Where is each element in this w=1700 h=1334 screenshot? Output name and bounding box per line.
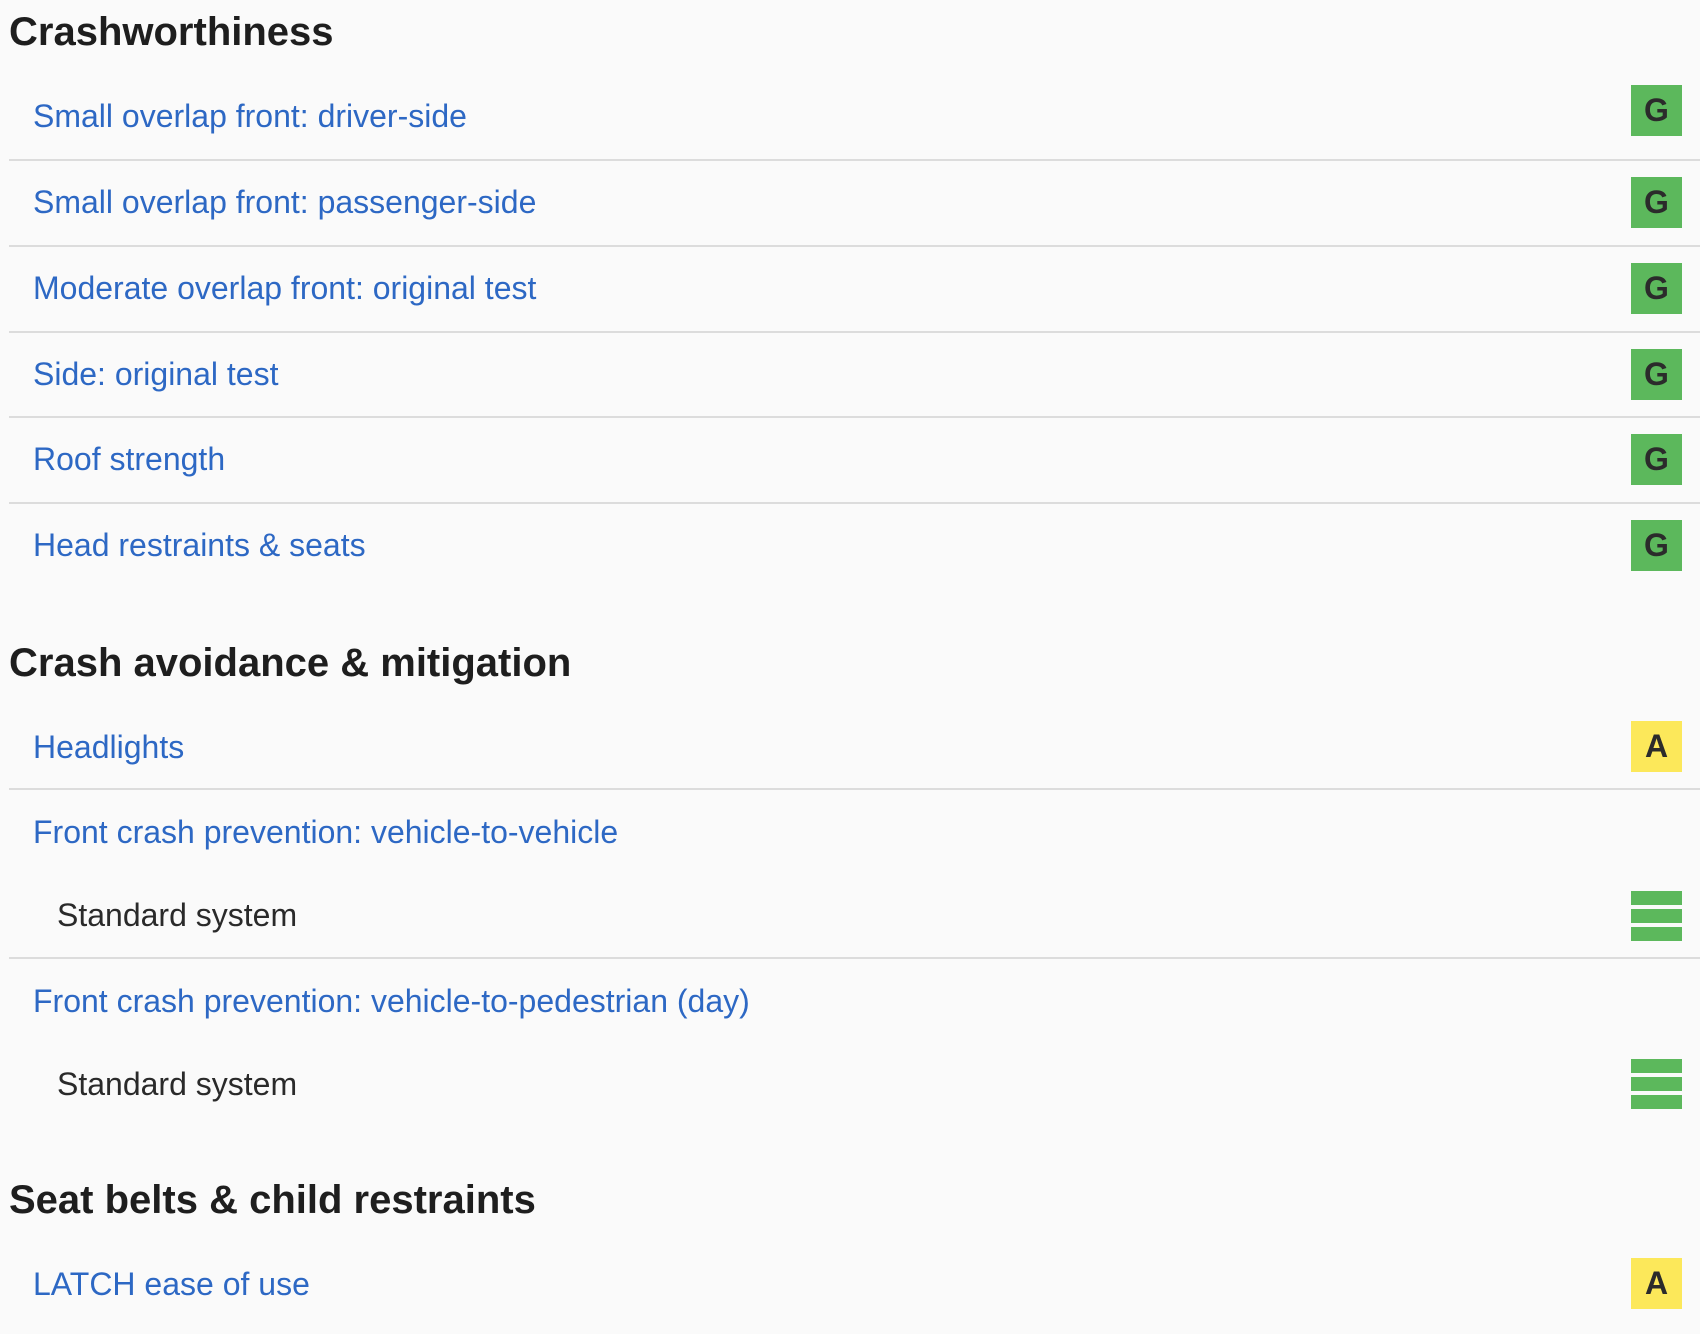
section-title-seat-belts: Seat belts & child restraints [9,1178,536,1222]
sub-label-standard-system: Standard system [57,1066,298,1102]
link-small-overlap-passenger[interactable]: Small overlap front: passenger-side [33,183,536,221]
link-small-overlap-driver[interactable]: Small overlap front: driver-side [33,97,467,135]
link-fcp-vehicle-to-vehicle[interactable]: Front crash prevention: vehicle-to-vehic… [33,813,618,851]
rating-badge-acceptable: A [1631,1258,1682,1309]
ratings-page: Crashworthiness Small overlap front: dri… [0,0,1700,1334]
rating-badge-good: G [1631,520,1682,571]
section-title-crash-avoidance: Crash avoidance & mitigation [9,641,572,685]
rating-badge-good: G [1631,85,1682,136]
rating-badge-good: G [1631,177,1682,228]
rating-badge-acceptable: A [1631,721,1682,772]
link-head-restraints[interactable]: Head restraints & seats [33,526,366,564]
row-divider [9,245,1700,247]
row-divider [9,159,1700,161]
section-title-crashworthiness: Crashworthiness [9,10,334,54]
row-divider [9,788,1700,790]
three-bar-rating-icon [1631,1059,1682,1110]
link-headlights[interactable]: Headlights [33,728,184,766]
link-latch-ease-of-use[interactable]: LATCH ease of use [33,1265,310,1303]
row-divider [9,957,1700,959]
row-divider [9,416,1700,418]
rating-badge-good: G [1631,263,1682,314]
sub-label-standard-system: Standard system [57,897,298,933]
link-moderate-overlap[interactable]: Moderate overlap front: original test [33,269,536,307]
link-roof-strength[interactable]: Roof strength [33,440,225,478]
three-bar-rating-icon [1631,891,1682,942]
rating-badge-good: G [1631,349,1682,400]
link-side-original[interactable]: Side: original test [33,355,278,393]
row-divider [9,502,1700,504]
link-fcp-vehicle-to-pedestrian[interactable]: Front crash prevention: vehicle-to-pedes… [33,982,750,1020]
row-divider [9,331,1700,333]
rating-badge-good: G [1631,434,1682,485]
